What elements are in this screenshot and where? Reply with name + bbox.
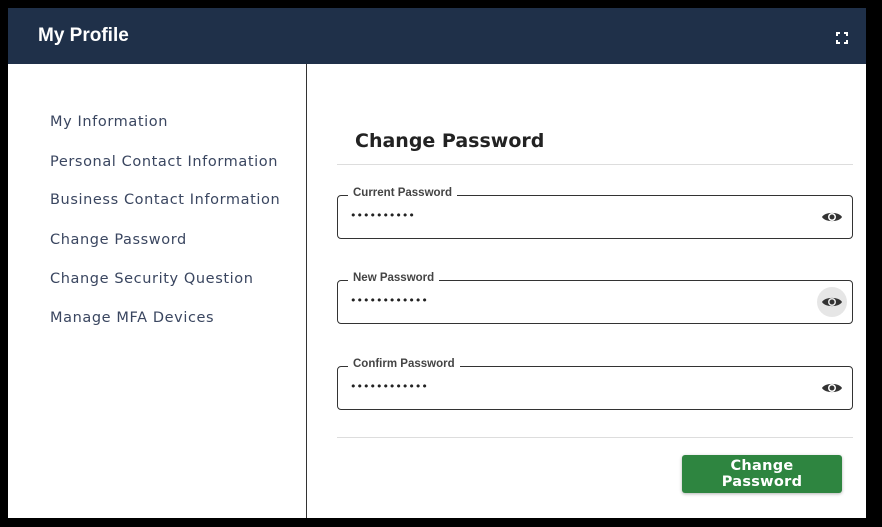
change-password-panel: Change Password Current Password •••••••…: [307, 64, 866, 518]
current-password-value: ••••••••••: [350, 209, 415, 222]
toggle-confirm-password-button[interactable]: [817, 373, 847, 403]
current-password-label: Current Password: [348, 187, 458, 199]
confirm-password-label: Confirm Password: [348, 358, 460, 370]
expand-icon[interactable]: [836, 32, 848, 44]
divider-bottom: [337, 437, 853, 438]
sidebar-item-business-contact[interactable]: Business Contact Information: [50, 192, 280, 208]
sidebar-item-change-password[interactable]: Change Password: [50, 232, 187, 248]
confirm-password-field[interactable]: Confirm Password ••••••••••••: [337, 358, 853, 410]
header-bar: My Profile: [8, 8, 866, 64]
section-title: Change Password: [355, 130, 545, 152]
eye-icon: [822, 212, 842, 222]
toggle-new-password-button[interactable]: [817, 287, 847, 317]
divider-top: [337, 164, 853, 165]
change-password-button[interactable]: Change Password: [682, 455, 842, 493]
sidebar-item-manage-mfa-devices[interactable]: Manage MFA Devices: [50, 310, 214, 326]
eye-icon: [822, 383, 842, 393]
sidebar-nav: My Information Personal Contact Informat…: [8, 64, 307, 518]
sidebar-item-personal-contact[interactable]: Personal Contact Information: [50, 154, 278, 170]
sidebar-item-my-information[interactable]: My Information: [50, 114, 168, 130]
sidebar-item-change-security-question[interactable]: Change Security Question: [50, 271, 254, 287]
new-password-field[interactable]: New Password ••••••••••••: [337, 272, 853, 324]
toggle-current-password-button[interactable]: [817, 202, 847, 232]
profile-window: My Profile My Information Personal Conta…: [8, 8, 866, 518]
confirm-password-value: ••••••••••••: [350, 380, 428, 393]
new-password-value: ••••••••••••: [350, 294, 428, 307]
current-password-field[interactable]: Current Password ••••••••••: [337, 187, 853, 239]
eye-icon: [822, 297, 842, 307]
new-password-label: New Password: [348, 272, 440, 284]
page-title: My Profile: [38, 25, 129, 46]
